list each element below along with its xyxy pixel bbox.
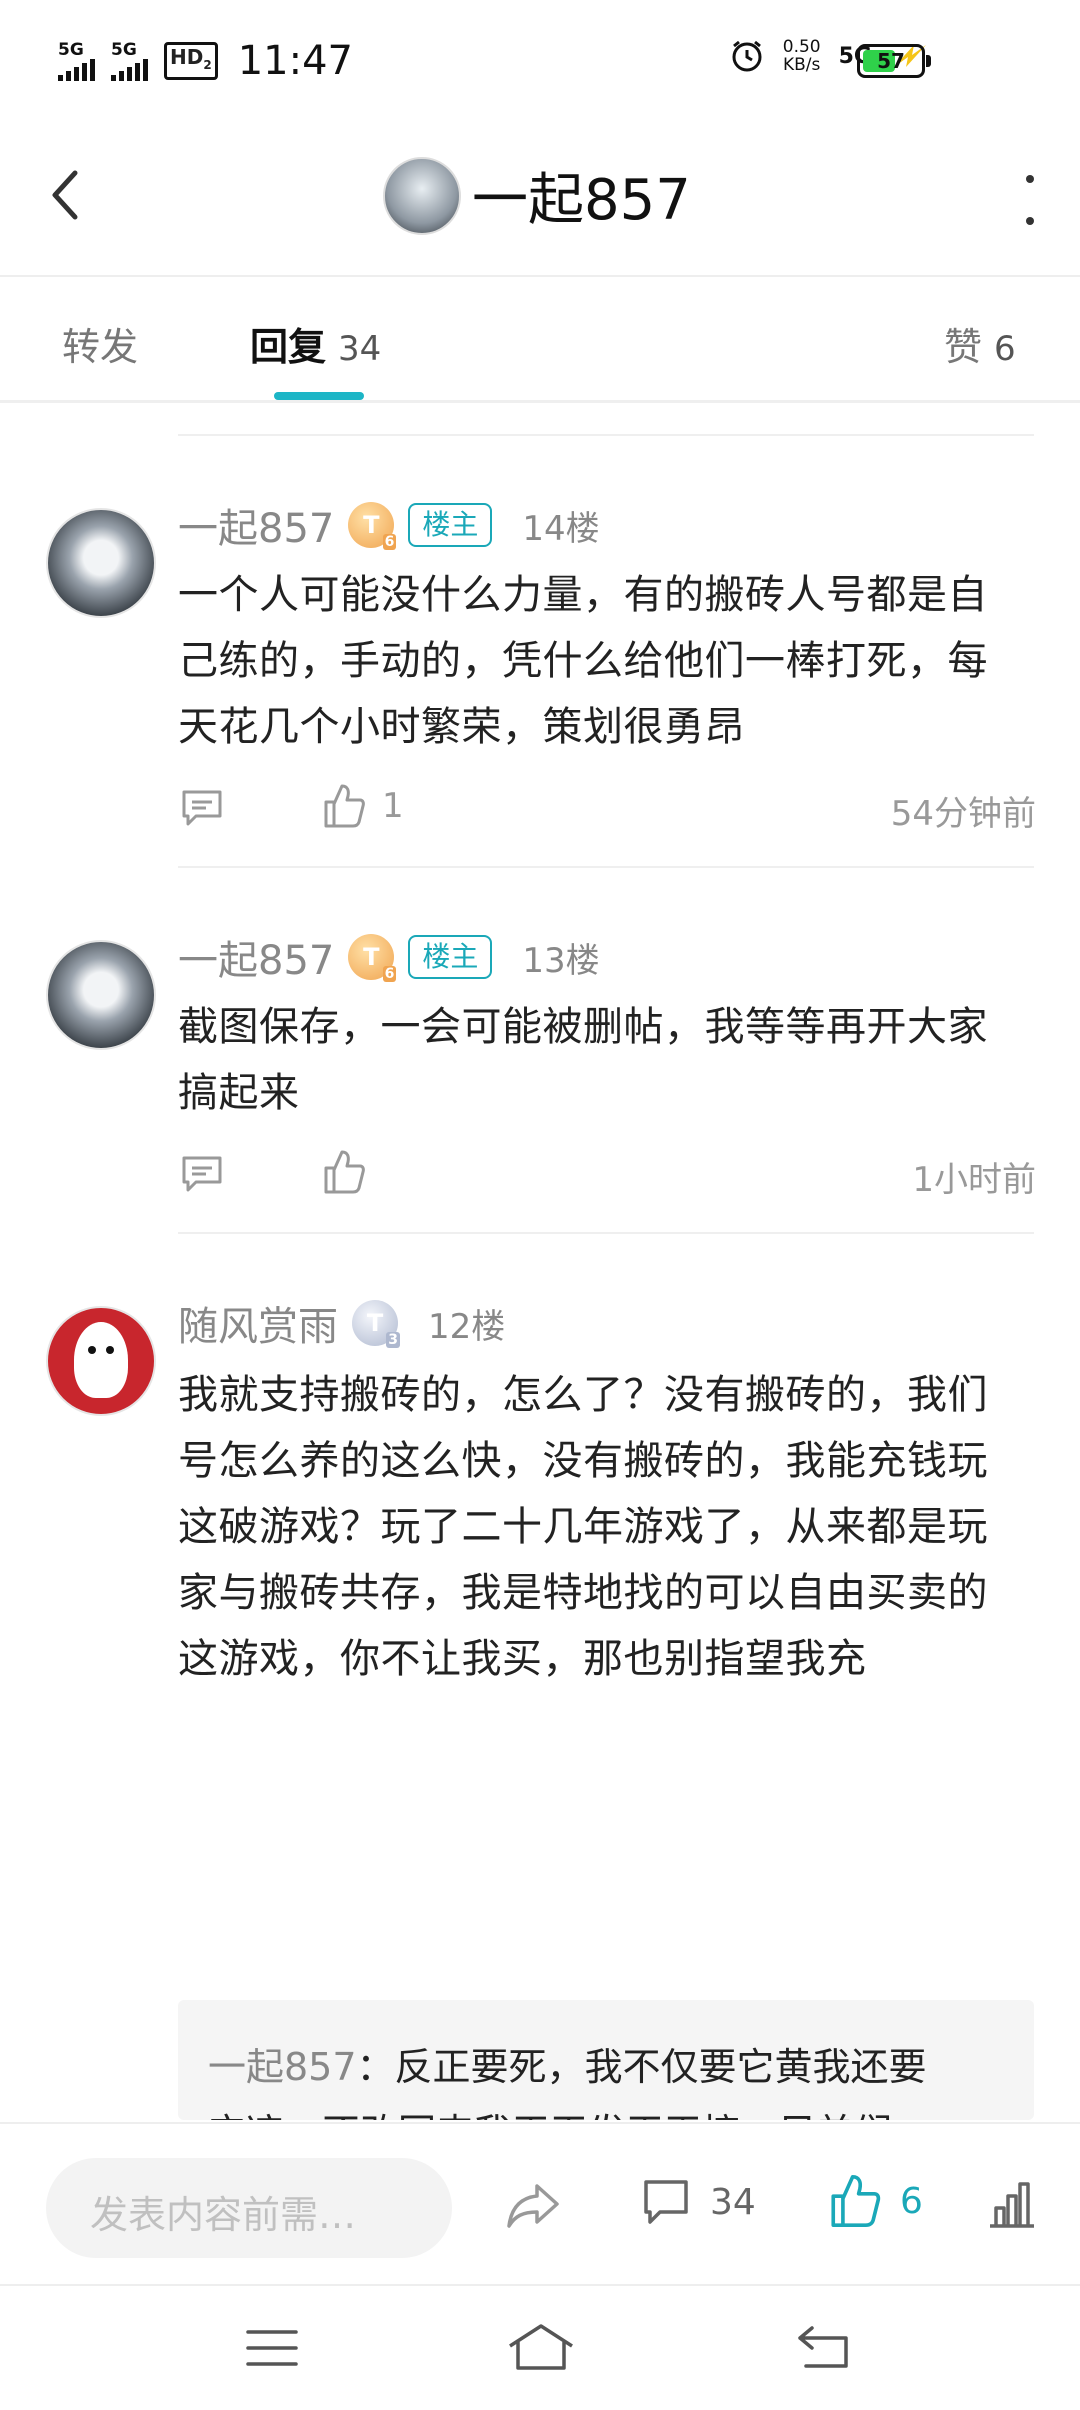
level-badge-icon: T6	[348, 502, 397, 550]
net-speed: 0.50 KB/s	[782, 37, 821, 75]
sub-reply-text: 一起857：反正要死，我不仅要它黄我还要 它凉，不改回来我天天发天天搞，兄弟们	[208, 2045, 927, 2120]
system-nav-bar	[0, 2284, 1080, 2410]
thumbs-up-icon	[324, 1150, 365, 1194]
floor-number: 12楼	[428, 1306, 506, 1347]
signal-sim1-icon: 5G	[58, 39, 95, 81]
comment-text[interactable]: 我就支持搬砖的，怎么了？没有搬砖的，我们号怎么养的这么快，没有搬砖的，我能充钱玩…	[178, 1362, 1028, 1692]
level-badge-icon: T6	[348, 934, 397, 982]
input-placeholder: 发表内容前需…	[90, 2193, 357, 2237]
floor-number: 14楼	[522, 508, 600, 549]
top-app-bar: 一起857	[0, 115, 1080, 277]
like-button[interactable]: 6	[828, 2172, 923, 2230]
username[interactable]: 随风赏雨	[178, 1294, 338, 1352]
comment-button[interactable]: 34	[640, 2176, 756, 2228]
chevron-left-icon	[52, 170, 78, 220]
tab-bar: 转发 回复 34 赞6	[0, 278, 1080, 403]
tab-repost[interactable]: 转发	[62, 316, 138, 371]
timestamp: 1小时前	[912, 1160, 1036, 1200]
reply-input[interactable]: 发表内容前需…	[46, 2158, 452, 2258]
divider	[178, 1232, 1034, 1234]
floor-number: 13楼	[522, 940, 600, 981]
battery-level: 57	[877, 49, 905, 73]
divider	[178, 866, 1034, 868]
avatar[interactable]	[46, 940, 156, 1050]
avatar[interactable]	[46, 1306, 156, 1416]
comment-actions: 1 54分钟前	[178, 780, 1036, 840]
page-title[interactable]: 一起857	[472, 155, 691, 236]
tab-reply[interactable]: 回复 34	[250, 316, 381, 371]
tab-like[interactable]: 赞6	[944, 316, 1016, 371]
thumbs-up-icon	[324, 784, 365, 828]
reply-icon[interactable]	[180, 788, 224, 828]
alarm-icon	[732, 40, 762, 72]
username[interactable]: 一起857	[178, 928, 334, 986]
clock: 11:47	[237, 38, 353, 84]
like-button[interactable]: 1	[322, 782, 404, 830]
signal-sim2-icon: 5G	[111, 39, 148, 81]
like-button[interactable]	[322, 1148, 382, 1196]
comment-meta: 随风赏雨 T3 12楼	[178, 1294, 505, 1352]
reply-count: 34	[338, 329, 382, 369]
owner-badge: 楼主	[408, 503, 493, 547]
avatar[interactable]	[46, 508, 156, 618]
divider	[178, 434, 1034, 436]
bottom-action-bar: 发表内容前需… 34 6	[0, 2122, 1080, 2286]
like-count: 1	[382, 786, 404, 826]
level-badge-icon: T3	[352, 1300, 400, 1348]
tab-indicator	[274, 392, 364, 400]
timestamp: 54分钟前	[890, 794, 1036, 834]
comment-icon	[644, 2180, 688, 2224]
back-nav-icon[interactable]	[796, 2324, 852, 2370]
comment-meta: 一起857 T6 楼主 14楼	[178, 496, 600, 554]
comment-actions: 1小时前	[178, 1146, 1036, 1206]
like-count: 6	[994, 329, 1016, 369]
comment-text[interactable]: 一个人可能没什么力量，有的搬砖人号都是自己练的，手动的，凭什么给他们一棒打死，每…	[178, 562, 1028, 760]
sim2-label: 5G	[111, 39, 137, 60]
share-icon[interactable]	[505, 2180, 561, 2230]
sim1-label: 5G	[58, 39, 84, 60]
username[interactable]: 一起857	[178, 496, 334, 554]
reply-icon[interactable]	[180, 1154, 224, 1194]
menu-icon[interactable]	[244, 2326, 300, 2370]
like-count: 6	[900, 2180, 923, 2222]
header-avatar[interactable]	[383, 157, 461, 235]
comment-count: 34	[710, 2181, 756, 2223]
battery-icon: 57	[857, 44, 931, 78]
bar-chart-icon[interactable]	[986, 2180, 1038, 2230]
hd-voice-icon: HD2	[164, 42, 218, 80]
comment-meta: 一起857 T6 楼主 13楼	[178, 928, 600, 986]
thumbs-up-icon	[831, 2175, 881, 2227]
status-bar: 5G 5G HD2 11:47 0.50 KB/s 5G 57	[0, 0, 1080, 110]
owner-badge: 楼主	[408, 935, 493, 979]
status-left: 5G 5G HD2 11:47	[58, 38, 353, 84]
comment-text[interactable]: 截图保存，一会可能被删帖，我等等再开大家搞起来	[178, 994, 1028, 1126]
home-icon[interactable]	[506, 2322, 576, 2372]
more-vertical-icon[interactable]	[1010, 175, 1050, 225]
sub-reply-box[interactable]: 一起857：反正要死，我不仅要它黄我还要 它凉，不改回来我天天发天天搞，兄弟们	[178, 2000, 1034, 2120]
back-button[interactable]	[45, 165, 85, 225]
sub-reply-user[interactable]: 一起857	[208, 2045, 357, 2089]
